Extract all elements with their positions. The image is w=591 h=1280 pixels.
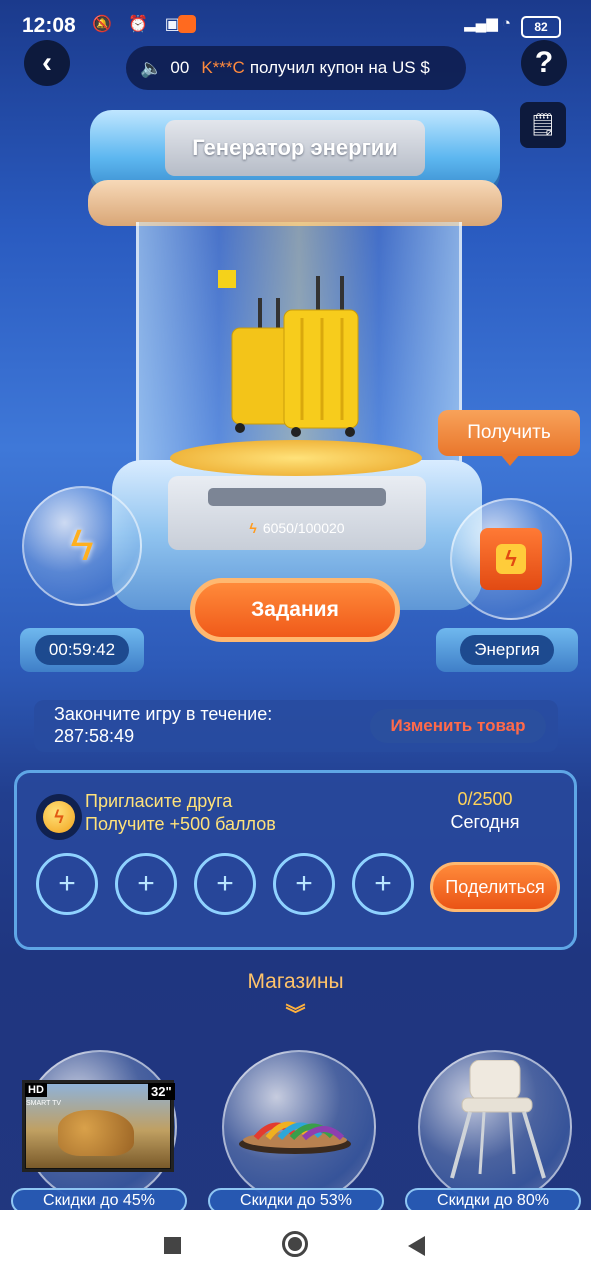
ticker-message: получил купон на US $ xyxy=(249,58,430,77)
energy-slot xyxy=(208,488,386,506)
ticker-prefix: 00 xyxy=(170,58,190,77)
signal-wifi-icon: ▂▄▆ ◔ xyxy=(464,15,511,32)
history-button[interactable]: 🗒 xyxy=(520,102,566,148)
receive-button[interactable]: Получить xyxy=(438,410,580,456)
invite-slot-5[interactable]: + xyxy=(352,853,414,915)
energy-crate-sphere[interactable]: ϟ xyxy=(450,498,572,620)
tv-hd-badge: HD xyxy=(25,1083,47,1097)
chevron-down-icon[interactable]: ︾ xyxy=(0,998,591,1027)
ticker-user: K***C xyxy=(201,58,245,77)
highchair-product-image xyxy=(450,1060,546,1179)
generator-ring xyxy=(88,180,502,226)
invite-slot-2[interactable]: + xyxy=(115,853,177,915)
receive-tooltip-tip xyxy=(500,454,520,466)
suitcase-prize-image xyxy=(218,270,359,437)
bolt-icon: ϟ xyxy=(249,520,257,536)
invite-slot-3[interactable]: + xyxy=(194,853,256,915)
home-icon-inner xyxy=(288,1237,302,1251)
energy-pod[interactable]: Энергия xyxy=(436,628,578,672)
shops-title: Магазины xyxy=(247,970,344,993)
invite-slot-4[interactable]: + xyxy=(273,853,335,915)
coin-badge: ϟ xyxy=(36,794,82,840)
coin-icon: ϟ xyxy=(43,801,75,833)
speaker-icon: 🔈 xyxy=(140,57,163,78)
tv-smart-label: SMART TV xyxy=(26,1100,62,1107)
lion-image xyxy=(58,1110,134,1156)
back-button[interactable]: ‹ xyxy=(24,40,70,86)
invite-subtitle: Получите +500 баллов xyxy=(85,814,276,834)
battery-indicator: 82 xyxy=(521,16,561,38)
timer-pod: 00:59:42 xyxy=(20,628,144,672)
generator-platform xyxy=(170,440,422,476)
sandal-product-image xyxy=(239,1121,351,1154)
tv-size-badge: 32" xyxy=(148,1083,175,1100)
clipboard-clock-icon: 🗒 xyxy=(529,112,557,137)
crate-bolt-icon: ϟ xyxy=(496,544,526,574)
invite-title: Пригласите друга xyxy=(85,791,233,811)
energy-value: 6050/100020 xyxy=(262,520,345,536)
deadline-value: 287:58:49 xyxy=(54,726,135,746)
help-button[interactable]: ? xyxy=(521,40,567,86)
invite-count: 0/2500 xyxy=(457,789,513,809)
tasks-button[interactable]: Задания xyxy=(190,578,400,642)
recents-icon[interactable] xyxy=(164,1237,181,1254)
ticker-banner: 🔈 00 K***C получил купон на US $ xyxy=(126,46,466,90)
crate-icon: ϟ xyxy=(480,528,542,590)
share-button[interactable]: Поделиться xyxy=(430,862,560,912)
app-notification-icon xyxy=(178,15,196,33)
status-time: 12:08 xyxy=(22,14,76,37)
energy-counter: ϟ 6050/100020 xyxy=(168,520,426,536)
generator-title: Генератор энергии xyxy=(165,120,425,176)
status-bar: 12:08 🔕 ⏰ ▣ ▂▄▆ ◔ 82 xyxy=(0,0,591,48)
back-arrow-icon: ‹ xyxy=(42,46,52,79)
prize-badge-icon xyxy=(218,270,236,288)
invite-period: Сегодня xyxy=(450,812,520,832)
lightning-icon: ϟ xyxy=(70,521,94,570)
deadline-label: Закончите игру в течение: xyxy=(54,704,273,724)
change-item-button[interactable]: Изменить товар xyxy=(370,709,546,743)
energy-label: Энергия xyxy=(460,635,554,665)
energy-timer: 00:59:42 xyxy=(34,635,130,665)
invite-slot-1[interactable]: + xyxy=(36,853,98,915)
notification-icons: 🔕 ⏰ ▣ xyxy=(92,16,186,33)
energy-sphere[interactable]: ϟ xyxy=(22,486,142,606)
nav-back-icon[interactable] xyxy=(408,1236,425,1256)
